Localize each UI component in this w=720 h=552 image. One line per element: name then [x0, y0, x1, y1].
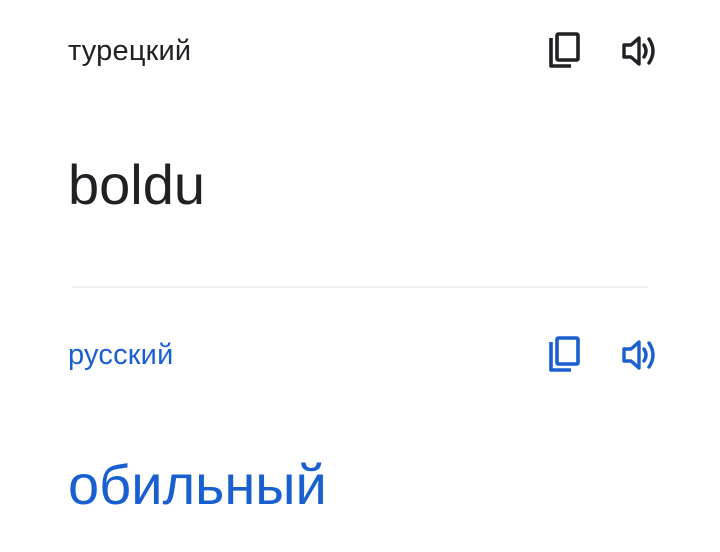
- source-language-label: турецкий: [68, 34, 192, 67]
- source-copy-button[interactable]: [540, 27, 588, 75]
- divider: [72, 286, 648, 288]
- volume-icon: [622, 340, 655, 370]
- target-copy-button[interactable]: [540, 331, 588, 379]
- cut-off-transliteration: [66, 540, 126, 552]
- copy-icon: [549, 32, 580, 68]
- volume-icon: [622, 36, 655, 66]
- target-listen-button[interactable]: [616, 331, 664, 379]
- copy-icon: [549, 336, 580, 372]
- translation-panel: турецкий boldu русский обильный: [0, 0, 720, 552]
- translated-text[interactable]: обильный: [68, 450, 680, 520]
- source-listen-button[interactable]: [616, 27, 664, 75]
- target-language-label: русский: [68, 338, 174, 371]
- source-language-header: турецкий: [68, 27, 664, 75]
- source-text[interactable]: boldu: [68, 150, 680, 220]
- target-language-header: русский: [68, 331, 664, 379]
